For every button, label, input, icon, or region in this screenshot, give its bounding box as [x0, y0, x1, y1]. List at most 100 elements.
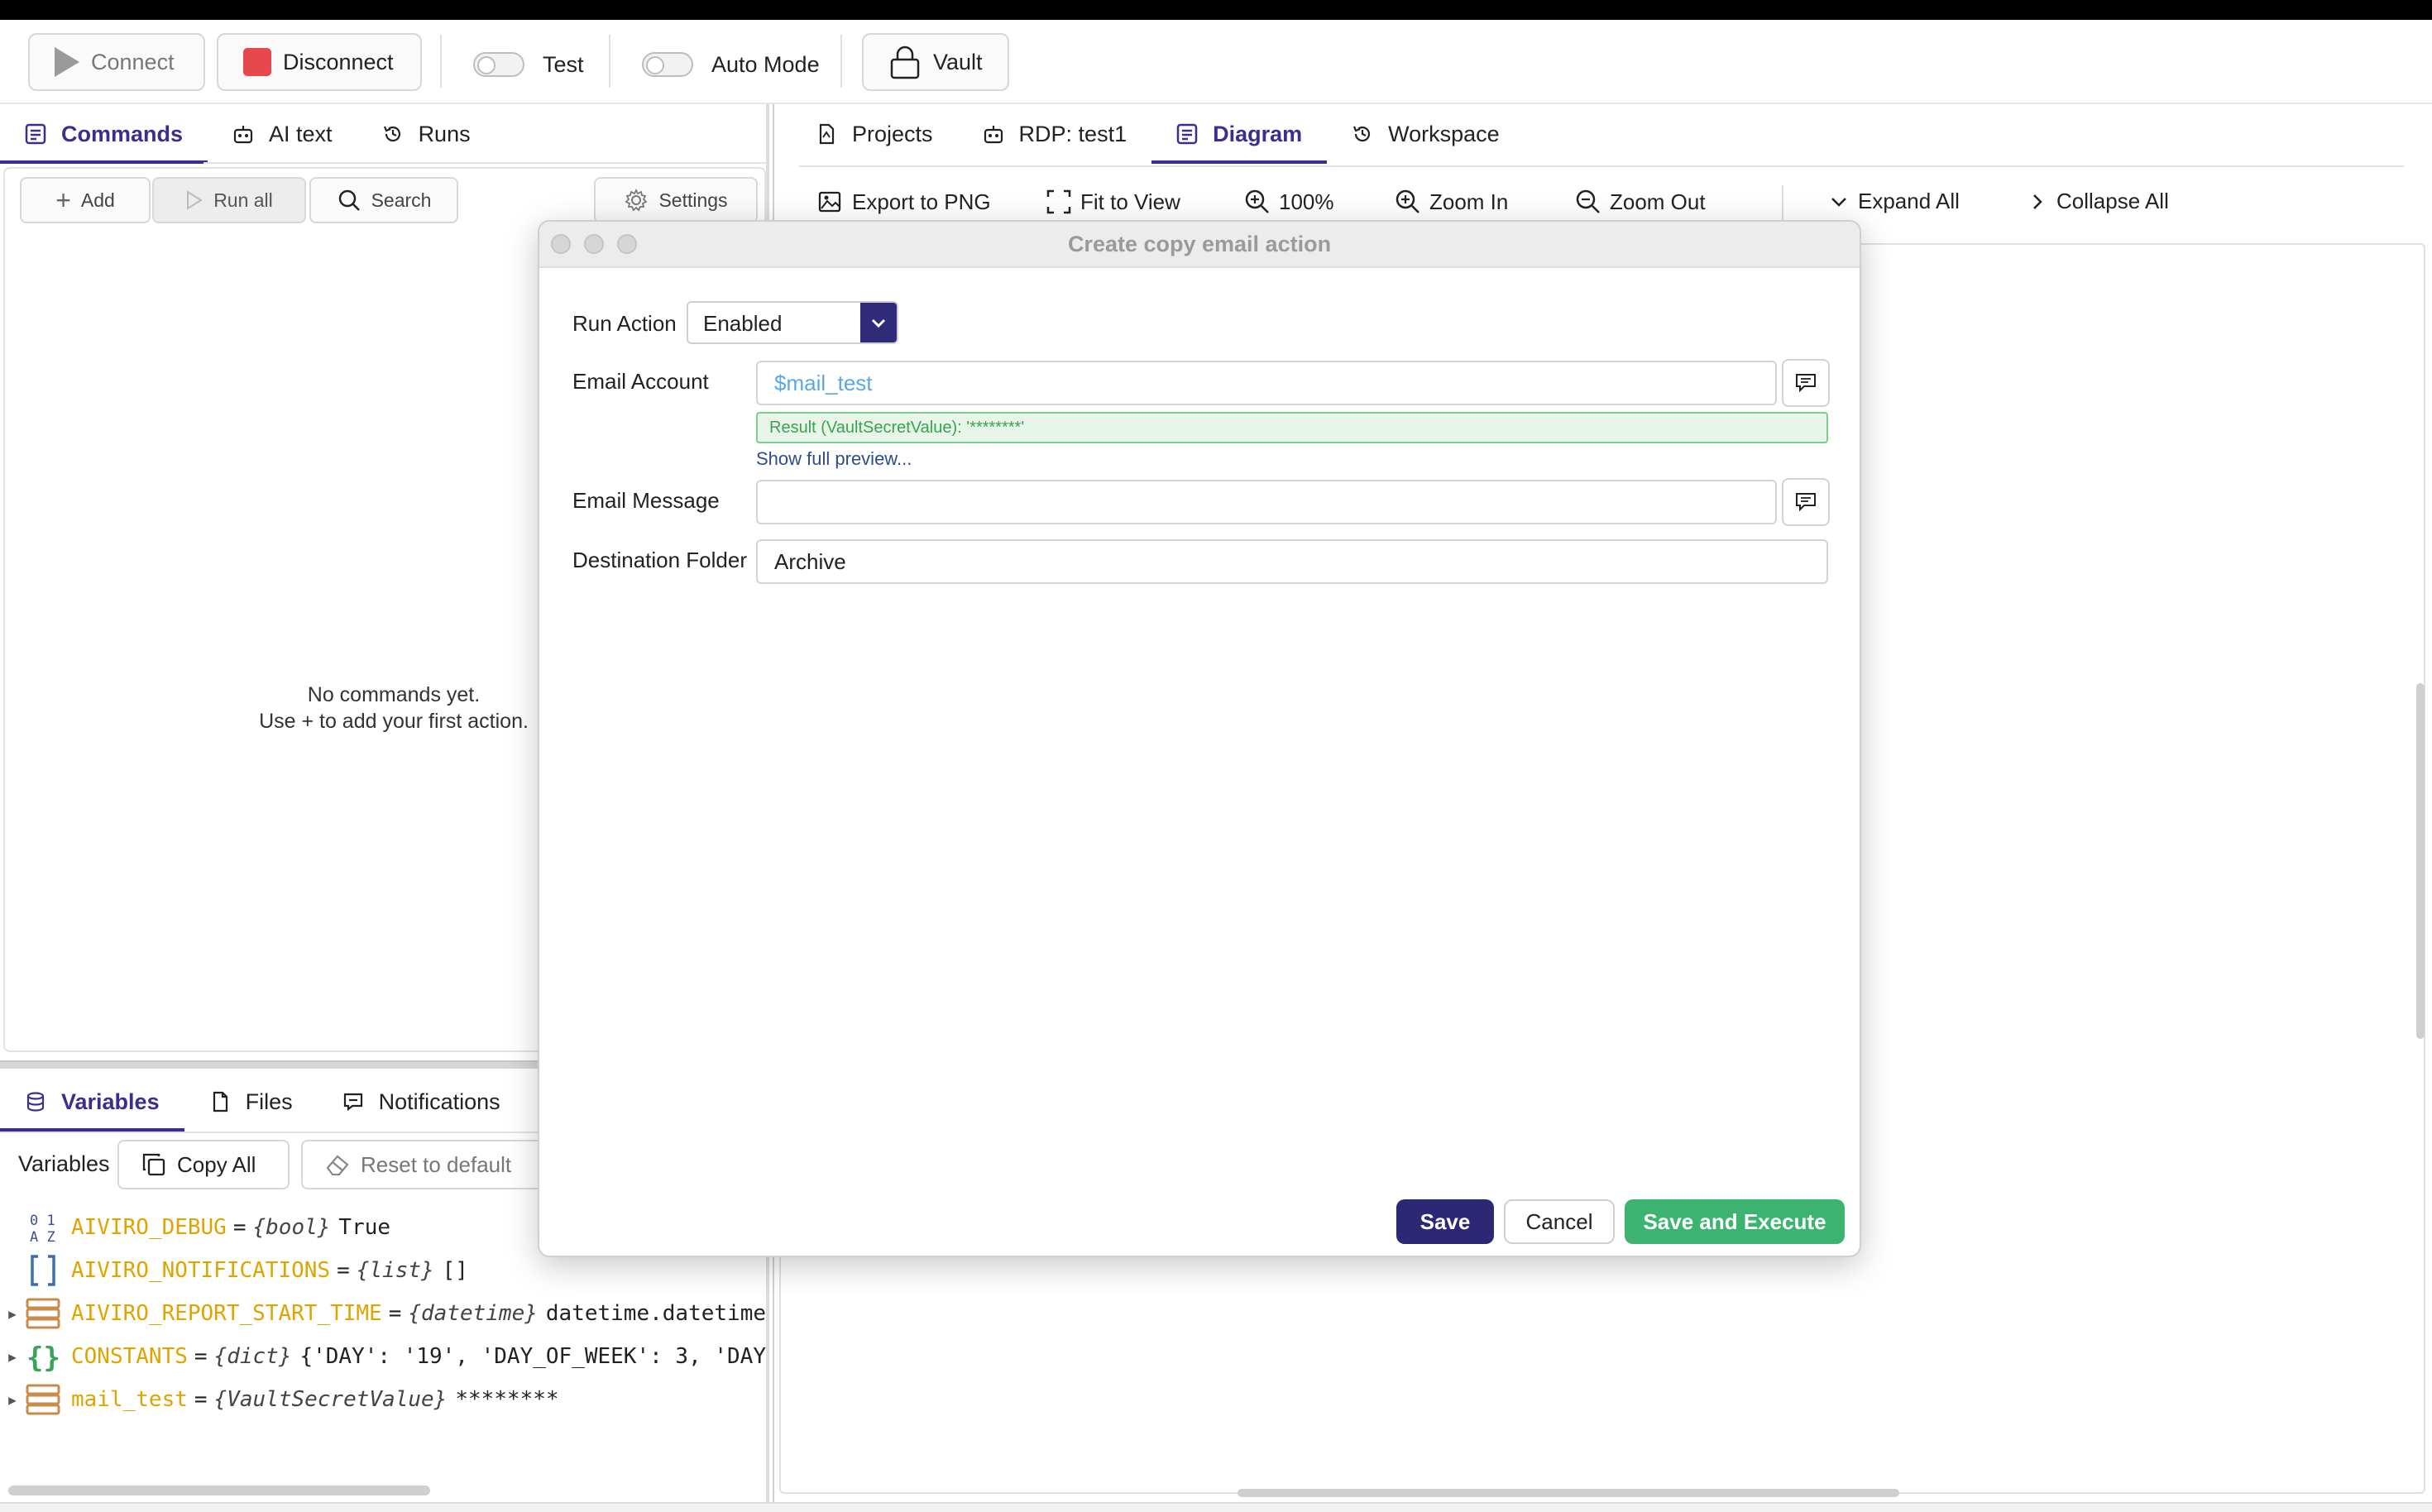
tab-notifications[interactable]: Notifications: [318, 1072, 525, 1132]
object-icon: [25, 1295, 61, 1332]
toolbar-divider: [609, 35, 610, 88]
variables-horizontal-scrollbar[interactable]: [8, 1486, 430, 1495]
auto-mode-label: Auto Mode: [711, 51, 820, 77]
variable-row[interactable]: ▶ mail_test = {VaultSecretValue} *******…: [0, 1378, 769, 1421]
tab-commands[interactable]: Commands: [0, 104, 208, 164]
tab-projects-label: Projects: [852, 121, 933, 146]
empty-state-hint: Use + to add your first action.: [259, 710, 529, 733]
expand-arrow-icon[interactable]: ▶: [0, 1392, 25, 1408]
zoom-in-button[interactable]: Zoom In: [1395, 189, 1508, 215]
variable-type: {VaultSecretValue}: [213, 1387, 448, 1412]
email-account-label: Email Account: [572, 369, 709, 394]
expand-arrow-icon[interactable]: ▶: [0, 1349, 25, 1365]
tab-ai-text[interactable]: AI text: [208, 104, 357, 164]
settings-button[interactable]: Settings: [594, 177, 758, 223]
test-switch[interactable]: [473, 52, 524, 77]
zoom-out-icon: [1576, 189, 1600, 213]
expand-all-button[interactable]: Expand All: [1828, 189, 1960, 214]
main-toolbar: Connect Disconnect Test Auto Mode Vault: [0, 20, 2432, 104]
disconnect-button[interactable]: Disconnect: [217, 33, 422, 91]
image-icon: [818, 191, 841, 213]
reset-default-label: Reset to default: [361, 1151, 512, 1177]
zoom-icon: [1245, 189, 1269, 213]
copy-icon: [142, 1153, 165, 1176]
chevron-down-icon[interactable]: [860, 303, 897, 342]
export-png-label: Export to PNG: [852, 189, 991, 214]
run-all-button[interactable]: Run all: [152, 177, 306, 223]
collapse-all-button[interactable]: Collapse All: [2027, 189, 2169, 214]
tab-files-label: Files: [245, 1089, 293, 1114]
database-icon: [26, 1092, 45, 1112]
variable-name: CONSTANTS: [71, 1344, 188, 1369]
zoom-out-button[interactable]: Zoom Out: [1575, 189, 1706, 215]
variable-type: {list}: [356, 1258, 434, 1283]
variable-value: True: [338, 1215, 391, 1240]
fit-to-view-label: Fit to View: [1080, 189, 1180, 214]
robot-icon: [984, 126, 1003, 144]
variable-value: {'DAY': '19', 'DAY_OF_WEEK': 3, 'DAY: [299, 1344, 766, 1369]
fit-to-view-button[interactable]: Fit to View: [1046, 189, 1180, 215]
copy-all-button[interactable]: Copy All: [117, 1140, 290, 1189]
variable-type: {datetime}: [408, 1301, 538, 1326]
variable-name: AIVIRO_DEBUG: [71, 1215, 227, 1240]
vertical-scrollbar[interactable]: [2416, 683, 2425, 1039]
object-icon: [25, 1381, 61, 1418]
tab-runs[interactable]: Runs: [357, 104, 495, 164]
variable-row[interactable]: ▶ AIVIRO_REPORT_START_TIME = {datetime} …: [0, 1292, 769, 1335]
destination-folder-input[interactable]: Archive: [756, 539, 1828, 584]
zoom-reset-button[interactable]: 100%: [1244, 189, 1334, 215]
reset-default-button[interactable]: Reset to default: [301, 1140, 549, 1189]
toolbar-divider: [840, 35, 842, 88]
chevron-down-icon: [1831, 197, 1846, 207]
export-png-button[interactable]: Export to PNG: [817, 189, 991, 215]
dialog-titlebar[interactable]: Create copy email action: [539, 222, 1860, 268]
variable-value: []: [442, 1258, 468, 1283]
add-button[interactable]: + Add: [20, 177, 151, 223]
tab-workspace[interactable]: Workspace: [1327, 104, 1525, 164]
tab-projects[interactable]: Projects: [791, 104, 958, 164]
document-icon: [819, 123, 835, 145]
connect-button[interactable]: Connect: [28, 33, 205, 91]
play-icon: [55, 47, 79, 77]
disconnect-label: Disconnect: [283, 49, 394, 74]
tab-variables[interactable]: Variables: [0, 1072, 184, 1132]
tab-files[interactable]: Files: [184, 1072, 318, 1132]
save-and-execute-button[interactable]: Save and Execute: [1625, 1199, 1845, 1244]
vault-button[interactable]: Vault: [862, 33, 1009, 91]
bottom-tabs: Variables Files Notifications: [0, 1072, 525, 1132]
connect-label: Connect: [91, 49, 175, 74]
tab-ai-text-label: AI text: [269, 121, 333, 146]
email-message-input[interactable]: [756, 480, 1777, 524]
email-account-input[interactable]: $mail_test: [756, 361, 1777, 405]
save-button[interactable]: Save: [1396, 1199, 1494, 1244]
zoom-in-label: Zoom In: [1429, 189, 1509, 214]
variable-value: datetime.datetime: [545, 1301, 766, 1326]
test-toggle[interactable]: Test: [473, 48, 584, 81]
variable-row[interactable]: ▶ {} CONSTANTS = {dict} {'DAY': '19', 'D…: [0, 1335, 769, 1378]
email-message-expression-button[interactable]: [1782, 478, 1830, 526]
equals-sign: =: [337, 1258, 350, 1283]
auto-mode-switch[interactable]: [642, 52, 693, 77]
search-label: Search: [371, 189, 432, 211]
show-full-preview-link[interactable]: Show full preview...: [756, 448, 912, 470]
auto-mode-toggle[interactable]: Auto Mode: [642, 48, 820, 81]
email-account-expression-button[interactable]: [1782, 359, 1830, 407]
horizontal-scrollbar[interactable]: [1238, 1489, 1899, 1497]
status-strip: [0, 1502, 2432, 1512]
list-icon: [1176, 123, 1198, 145]
list-icon: [25, 1252, 61, 1289]
dict-icon: {}: [25, 1338, 61, 1375]
destination-folder-label: Destination Folder: [572, 548, 747, 572]
list-icon: [25, 123, 46, 145]
cancel-button[interactable]: Cancel: [1504, 1199, 1615, 1244]
play-icon: [187, 190, 203, 210]
run-action-select[interactable]: Enabled: [687, 301, 898, 344]
stop-icon: [243, 48, 271, 76]
search-button[interactable]: Search: [309, 177, 458, 223]
test-label: Test: [543, 51, 584, 77]
tab-runs-label: Runs: [418, 121, 471, 146]
comment-icon: [1796, 374, 1816, 393]
expand-arrow-icon[interactable]: ▶: [0, 1306, 25, 1322]
tab-rdp[interactable]: RDP: test1: [958, 104, 1152, 164]
tab-diagram[interactable]: Diagram: [1151, 104, 1328, 164]
